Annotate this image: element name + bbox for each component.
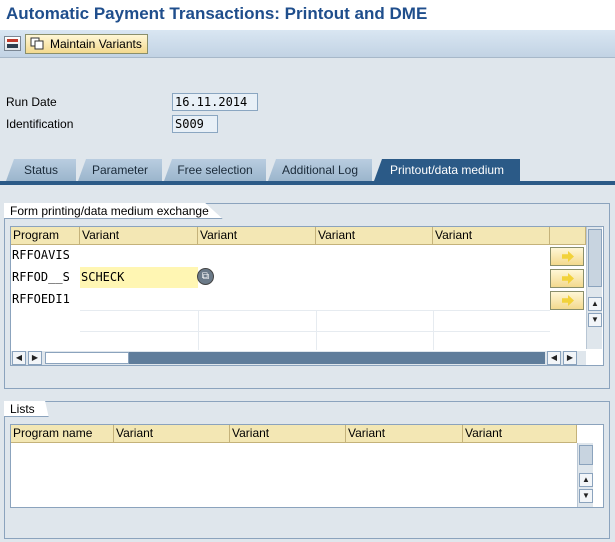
arrow-right-icon [562,295,574,306]
run-date-field[interactable]: 16.11.2014 [172,93,258,111]
arrow-right-icon [562,273,574,284]
form-printing-panel: Form printing/data medium exchange Progr… [4,203,610,389]
application-toolbar: Maintain Variants [0,30,615,58]
row-detail-button[interactable] [550,269,584,288]
column-divider [316,310,317,350]
column-divider [433,310,434,350]
tab-free-selection[interactable]: Free selection [164,159,266,181]
scroll-thumb[interactable] [588,229,602,287]
lists-table: Program name Variant Variant Variant Var… [10,424,604,508]
tab-additional-log[interactable]: Additional Log [268,159,372,181]
table-cell-program[interactable]: RFFOAVIS [11,245,80,266]
scroll-down-icon[interactable]: ▼ [579,489,593,503]
tab-status[interactable]: Status [6,159,76,181]
lists-panel-title: Lists [4,401,49,417]
row-detail-button[interactable] [550,247,584,266]
variants-icon [30,37,44,50]
tab-parameter[interactable]: Parameter [78,159,162,181]
window-title: Automatic Payment Transactions: Printout… [0,0,615,30]
column-header-variant[interactable]: Variant [80,227,198,245]
scroll-right-icon[interactable]: ▶ [28,351,42,365]
column-header-variant[interactable]: Variant [230,425,346,443]
scroll-thumb[interactable] [45,352,129,364]
value-help-icon[interactable]: ⧉ [197,268,214,285]
maintain-variants-button[interactable]: Maintain Variants [25,34,148,54]
display-log-icon[interactable] [4,36,21,51]
run-date-label: Run Date [6,95,57,109]
lists-panel: Lists Program name Variant Variant Varia… [4,401,610,539]
column-divider [198,310,199,350]
form-table: Program Variant Variant Variant Variant … [10,226,604,366]
column-header-variant[interactable]: Variant [433,227,550,245]
column-header-blank [550,227,586,245]
scroll-track[interactable] [129,352,545,364]
scroll-up-icon[interactable]: ▲ [588,297,602,311]
column-header-variant[interactable]: Variant [346,425,463,443]
scroll-right-icon[interactable]: ▶ [563,351,577,365]
tab-underline [0,181,615,185]
horizontal-scrollbar[interactable]: ◀ ▶ ◀ ▶ [11,351,586,365]
column-header-variant[interactable]: Variant [316,227,433,245]
table-cell-variant-selected[interactable]: SCHECK [80,267,198,288]
row-divider [80,310,550,311]
scroll-thumb[interactable] [579,445,593,465]
column-header-variant[interactable]: Variant [114,425,230,443]
vertical-scrollbar[interactable]: ▲ ▼ [586,227,602,349]
row-divider [80,331,550,332]
identification-label: Identification [6,117,74,131]
scroll-left-icon[interactable]: ◀ [12,351,26,365]
arrow-right-icon [562,251,574,262]
column-header-program-name[interactable]: Program name [11,425,114,443]
scroll-left-icon[interactable]: ◀ [547,351,561,365]
vertical-scrollbar[interactable]: ▲ ▼ [577,443,593,507]
table-cell-variant[interactable] [80,289,198,310]
maintain-variants-label: Maintain Variants [50,37,142,51]
tab-printout-data-medium[interactable]: Printout/data medium [374,159,520,181]
table-cell-program[interactable]: RFFOD__S [11,267,80,288]
scroll-down-icon[interactable]: ▼ [588,313,602,327]
column-header-program[interactable]: Program [11,227,80,245]
form-panel-title: Form printing/data medium exchange [4,203,223,219]
row-detail-button[interactable] [550,291,584,310]
scroll-up-icon[interactable]: ▲ [579,473,593,487]
identification-field[interactable]: S009 [172,115,218,133]
table-cell-program[interactable]: RFFOEDI1 [11,289,80,310]
table-cell-variant[interactable] [80,245,198,266]
column-header-variant[interactable]: Variant [198,227,316,245]
column-header-variant[interactable]: Variant [463,425,577,443]
